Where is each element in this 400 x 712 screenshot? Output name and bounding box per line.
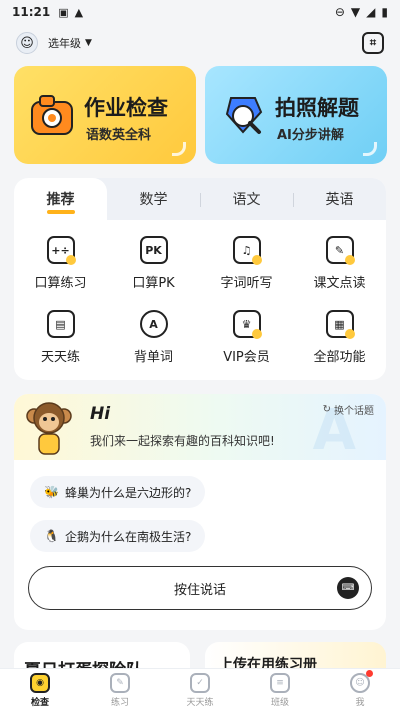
homework-check-title: 作业检查 xyxy=(84,96,168,120)
question-text: 企鹅为什么在南极生活? xyxy=(64,529,192,544)
grid-all-icon: ▦ xyxy=(325,310,355,339)
feature-label: 背单词 xyxy=(133,350,173,365)
tab-label: 数学 xyxy=(139,192,168,208)
nav-daily[interactable]: ✓ 天天练 xyxy=(160,669,240,712)
tab-label: 推荐 xyxy=(46,192,75,208)
penguin-icon: 🐧 xyxy=(44,529,59,543)
feature-label: 全部功能 xyxy=(313,350,366,365)
nav-me[interactable]: ☺ 我 xyxy=(320,669,400,712)
calc-practice-icon: +÷ xyxy=(46,236,76,265)
chat-intro: 我们来一起探索有趣的百科知识吧! xyxy=(90,434,275,448)
subject-tabs: 推荐 数学 语文 英语 xyxy=(14,178,386,220)
magnifier-icon xyxy=(225,97,263,134)
tab-math[interactable]: 数学 xyxy=(107,178,200,220)
grade-label: 选年级 xyxy=(48,37,81,50)
status-bar: 11:21 ▣ ▲ ⊖ ▼ ◢ ▮ xyxy=(0,0,400,24)
notification-badge xyxy=(366,670,373,677)
tab-chinese[interactable]: 语文 xyxy=(200,178,293,220)
signal-icon: ◢ xyxy=(366,5,376,19)
nav-label: 天天练 xyxy=(186,698,214,708)
feature-vip[interactable]: ♛ VIP会员 xyxy=(200,302,293,376)
camera-nav-icon: ◉ xyxy=(30,673,50,693)
tab-underline xyxy=(46,210,75,214)
homework-check-subtitle: 语数英全科 xyxy=(86,128,152,143)
feature-calc-pk[interactable]: PK 口算PK xyxy=(107,228,200,302)
homework-check-card[interactable]: 作业检查 语数英全科 xyxy=(14,66,196,164)
nav-label: 练习 xyxy=(110,698,129,708)
caret-down-icon: ▼ xyxy=(85,38,92,48)
bottom-nav: ◉ 检查 ✎ 练习 ✓ 天天练 ≡ 班级 ☺ 我 xyxy=(0,668,400,712)
feature-label: 天天练 xyxy=(40,350,80,365)
photo-solve-subtitle: AI分步讲解 xyxy=(277,128,344,143)
chat-header: A Hi 我们来一起探索有趣的百科知识吧! ↻ 换个话题 xyxy=(14,394,386,463)
feature-panel: 推荐 数学 语文 英语 +÷ 口算练习 PK 口算PK ♫ 字词听写 ✎ 课文点… xyxy=(14,178,386,380)
camera-icon xyxy=(31,95,73,135)
vip-crown-icon: ♛ xyxy=(232,310,262,339)
hold-to-talk-button[interactable]: 按住说话 ⌨ xyxy=(28,566,372,610)
feature-label: VIP会员 xyxy=(223,350,270,365)
swap-topic-button[interactable]: ↻ 换个话题 xyxy=(323,402,374,417)
tab-label: 语文 xyxy=(232,192,261,208)
status-time: 11:21 xyxy=(12,5,51,19)
card-decoration xyxy=(363,142,377,156)
suggested-question[interactable]: 🐧 企鹅为什么在南极生活? xyxy=(30,520,206,552)
feature-dictation[interactable]: ♫ 字词听写 xyxy=(200,228,293,302)
checkmark-icon: ✓ xyxy=(190,673,210,693)
tab-recommend[interactable]: 推荐 xyxy=(14,178,107,220)
feature-calc-practice[interactable]: +÷ 口算练习 xyxy=(14,228,107,302)
list-icon: ≡ xyxy=(270,673,290,693)
monkey-mascot-icon xyxy=(26,402,72,455)
card-decoration xyxy=(172,142,186,156)
pk-icon: PK xyxy=(139,236,168,264)
letter-a-icon: A xyxy=(139,310,168,338)
profile-icon: ☺ xyxy=(350,670,373,693)
warning-icon: ▲ xyxy=(74,5,84,19)
refresh-icon: ↻ xyxy=(322,404,331,415)
chat-greeting: Hi xyxy=(90,404,111,424)
scan-icon[interactable]: ⌗ xyxy=(362,32,384,54)
nav-label: 我 xyxy=(355,698,365,708)
feature-label: 课文点读 xyxy=(313,276,366,291)
calendar-icon: ▤ xyxy=(46,310,75,338)
grade-selector[interactable]: 选年级 ▼ xyxy=(48,35,92,51)
feature-label: 口算PK xyxy=(132,276,175,291)
feature-label: 口算练习 xyxy=(34,276,87,291)
nav-label: 班级 xyxy=(270,698,289,708)
feature-all[interactable]: ▦ 全部功能 xyxy=(293,302,386,376)
keyboard-icon[interactable]: ⌨ xyxy=(337,577,359,599)
avatar[interactable]: ☺ xyxy=(16,32,38,54)
photo-solve-card[interactable]: 拍照解题 AI分步讲解 xyxy=(205,66,387,164)
question-text: 蜂巢为什么是六边形的? xyxy=(64,485,192,500)
dnd-icon: ⊖ xyxy=(334,5,345,19)
headphones-icon: ♫ xyxy=(232,236,262,265)
book-read-icon: ✎ xyxy=(325,236,355,265)
tab-divider xyxy=(293,193,294,207)
tab-divider xyxy=(200,193,201,207)
feature-label: 字词听写 xyxy=(220,276,273,291)
hold-to-talk-label: 按住说话 xyxy=(173,582,226,598)
suggested-question[interactable]: 🐝 蜂巢为什么是六边形的? xyxy=(30,476,206,508)
feature-daily-practice[interactable]: ▤ 天天练 xyxy=(14,302,107,376)
nav-check[interactable]: ◉ 检查 xyxy=(0,669,80,712)
feature-text-reading[interactable]: ✎ 课文点读 xyxy=(293,228,386,302)
ai-chat-panel: A Hi 我们来一起探索有趣的百科知识吧! ↻ 换个话题 🐝 蜂巢为什么是六边形… xyxy=(14,394,386,630)
nav-label: 检查 xyxy=(30,698,49,708)
bee-icon: 🐝 xyxy=(44,485,59,499)
battery-icon: ▮ xyxy=(381,5,388,19)
feature-vocabulary[interactable]: A 背单词 xyxy=(107,302,200,376)
pencil-icon: ✎ xyxy=(110,673,130,693)
top-bar: ☺ 选年级 ▼ ⌗ xyxy=(0,28,400,58)
nav-class[interactable]: ≡ 班级 xyxy=(240,669,320,712)
feature-grid: +÷ 口算练习 PK 口算PK ♫ 字词听写 ✎ 课文点读 ▤ 天天练 A 背单… xyxy=(14,220,386,376)
tab-label: 英语 xyxy=(325,192,354,208)
swap-topic-label: 换个话题 xyxy=(334,406,374,417)
notification-a-icon: ▣ xyxy=(58,5,69,19)
nav-practice[interactable]: ✎ 练习 xyxy=(80,669,160,712)
tab-english[interactable]: 英语 xyxy=(293,178,386,220)
photo-solve-title: 拍照解题 xyxy=(275,96,359,120)
wifi-icon: ▼ xyxy=(350,5,361,19)
